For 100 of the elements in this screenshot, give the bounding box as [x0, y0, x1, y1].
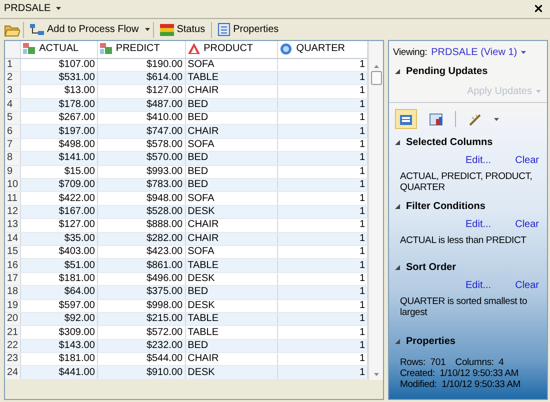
edit-link[interactable]: Edit... — [466, 153, 492, 168]
scroll-up-icon[interactable] — [374, 65, 379, 68]
folder-icon[interactable] — [4, 22, 20, 36]
table-cell: 1 — [278, 98, 368, 112]
section-title: Sort Order — [406, 261, 456, 275]
table-cell: $441.00 — [20, 366, 98, 380]
table-cell: 1 — [278, 258, 368, 272]
table-cell: $13.00 — [20, 84, 98, 98]
table-cell: $375.00 — [97, 286, 186, 300]
row-number: 5 — [5, 112, 21, 125]
row-number: 23 — [5, 352, 21, 366]
row-number: 15 — [5, 245, 21, 259]
list-icon — [218, 23, 230, 36]
table-cell: 1 — [278, 366, 368, 380]
row-number: 6 — [5, 124, 21, 138]
table-icon — [399, 112, 413, 126]
property-line: Rows: 701 Columns: 4 — [400, 357, 505, 368]
table-cell: $597.00 — [20, 299, 98, 312]
table-cell: $948.00 — [97, 192, 186, 206]
scroll-thumb[interactable] — [370, 71, 382, 85]
properties-button[interactable]: Properties — [215, 21, 282, 38]
property-line: Modified: 1/10/12 9:50:33 AM — [400, 379, 522, 390]
table-cell: $127.00 — [97, 84, 186, 98]
table-cell: 1 — [278, 299, 368, 312]
caret-icon[interactable] — [494, 118, 499, 120]
table-cell: $747.00 — [97, 124, 186, 138]
viewing-label: Viewing: — [393, 47, 428, 58]
table-cell: 1 — [278, 84, 368, 98]
table-cell: $127.00 — [20, 218, 98, 232]
table-cell: $309.00 — [20, 326, 98, 340]
table-cell: SOFA — [185, 58, 278, 72]
collapse-icon[interactable] — [395, 140, 400, 145]
table-cell: $998.00 — [97, 299, 186, 312]
table-cell: $422.00 — [20, 192, 98, 206]
flow-icon — [30, 24, 44, 36]
table-cell: 1 — [278, 326, 368, 340]
edit-link[interactable]: Edit... — [466, 278, 492, 293]
table-cell: 1 — [278, 312, 368, 326]
collapse-icon[interactable] — [395, 265, 400, 270]
table-cell: TABLE — [185, 312, 278, 326]
table-cell: 1 — [278, 205, 368, 219]
table-cell: DESK — [185, 205, 278, 219]
table-cell: $64.00 — [20, 286, 98, 300]
scroll-down-icon[interactable] — [374, 372, 379, 376]
caret-icon[interactable] — [521, 51, 526, 54]
row-number: 4 — [5, 98, 21, 112]
row-number: 17 — [5, 272, 21, 286]
window-title[interactable]: PRDSALE — [4, 1, 51, 16]
table-cell: $107.00 — [20, 58, 98, 72]
clear-link[interactable]: Clear — [515, 217, 539, 232]
row-number: 1 — [5, 58, 21, 72]
collapse-icon[interactable] — [395, 204, 400, 209]
table-cell: CHAIR — [185, 84, 278, 98]
row-number: 18 — [5, 286, 21, 300]
table-cell: $51.00 — [20, 258, 98, 272]
edit-link[interactable]: Edit... — [466, 217, 492, 232]
row-number: 24 — [5, 366, 21, 380]
row-number: 16 — [5, 258, 21, 272]
row-number: 7 — [5, 138, 21, 152]
row-number: 22 — [5, 339, 21, 353]
table-cell: $92.00 — [20, 312, 98, 326]
table-cell: 1 — [278, 286, 368, 300]
table-cell: CHAIR — [185, 232, 278, 246]
section-title: Pending Updates — [406, 65, 488, 79]
scrollbar[interactable] — [368, 41, 383, 380]
table-cell: $178.00 — [20, 98, 98, 112]
status-button[interactable]: Status — [156, 21, 208, 38]
wand-icon — [468, 112, 482, 126]
row-number: 21 — [5, 326, 21, 340]
table-cell: DESK — [185, 299, 278, 312]
table-cell: BED — [185, 339, 278, 353]
add-to-process-flow-button[interactable]: Add to Process Flow — [27, 21, 142, 38]
status-icon — [160, 24, 174, 36]
table-cell: $614.00 — [97, 71, 186, 85]
chart-icon — [429, 112, 443, 126]
table-cell: 1 — [278, 192, 368, 206]
row-number: 10 — [5, 178, 21, 192]
corner-cell[interactable] — [5, 41, 21, 58]
row-number: 3 — [5, 84, 21, 98]
table-cell: SOFA — [185, 192, 278, 206]
clear-link[interactable]: Clear — [515, 153, 539, 168]
table-cell: BED — [185, 286, 278, 300]
caret-icon[interactable] — [144, 28, 150, 31]
view-dropdown[interactable]: PRDSALE (View 1) — [431, 45, 518, 60]
row-number: 12 — [5, 205, 21, 219]
table-cell: 1 — [278, 58, 368, 72]
table-cell: $167.00 — [20, 205, 98, 219]
table-cell: 1 — [278, 124, 368, 138]
table-cell: $215.00 — [97, 312, 186, 326]
clear-link[interactable]: Clear — [515, 278, 539, 293]
section-text: ACTUAL, PREDICT, PRODUCT, QUARTER — [399, 170, 534, 193]
close-icon[interactable] — [535, 5, 542, 12]
table-cell: TABLE — [185, 326, 278, 340]
collapse-icon[interactable] — [395, 69, 400, 74]
collapse-icon[interactable] — [395, 339, 400, 344]
section-title: Properties — [406, 335, 456, 349]
table-cell: DESK — [185, 366, 278, 380]
query-tool-button[interactable] — [395, 109, 417, 129]
table-cell: $910.00 — [97, 366, 186, 380]
caret-icon[interactable] — [56, 7, 61, 10]
